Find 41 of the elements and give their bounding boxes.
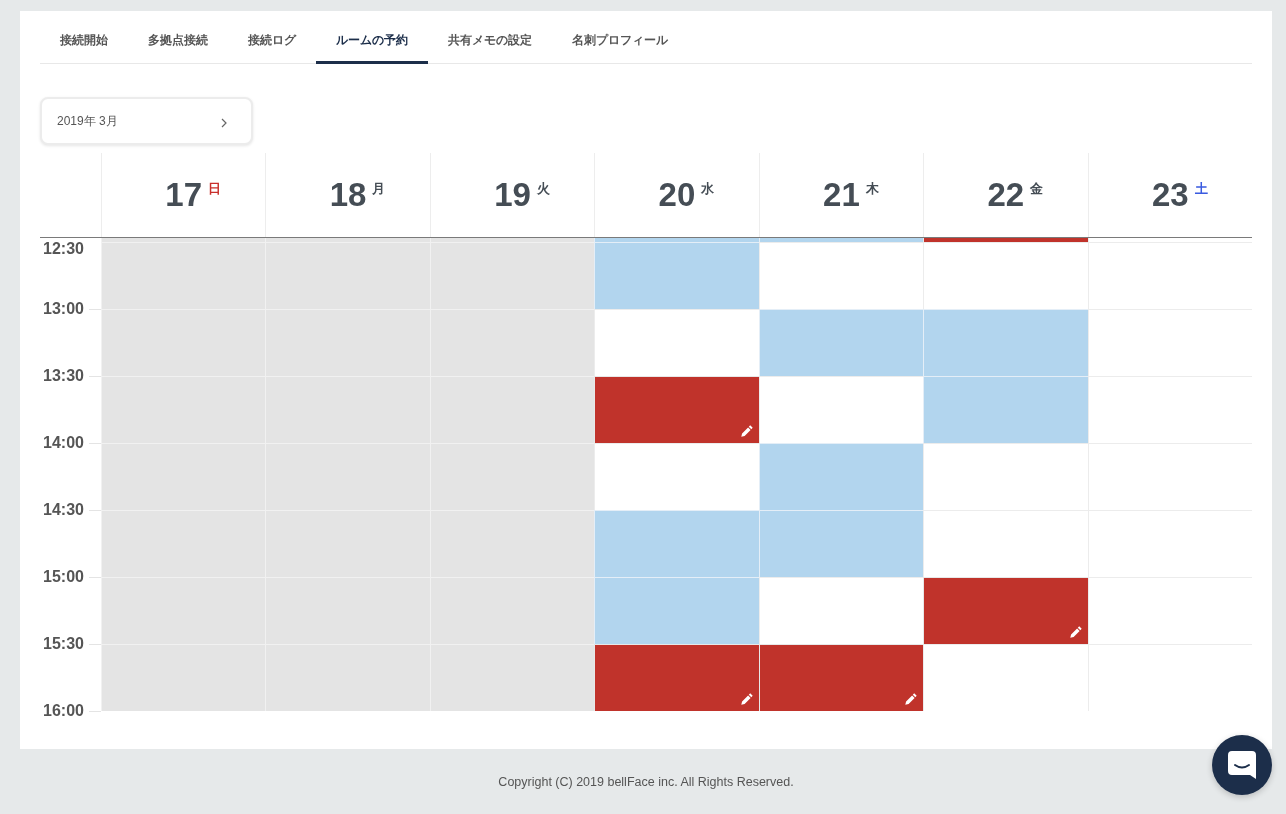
day-number: 19 [494,176,531,214]
day-number: 18 [329,176,367,214]
time-label: 16:00 [42,702,84,720]
weekday-label: 日 [208,181,222,196]
time-label: 13:00 [42,300,84,318]
tab[interactable]: 多拠点接続 [128,20,228,64]
tab[interactable]: ルームの予約 [316,20,428,64]
time-label: 14:00 [42,434,84,452]
weekday-label: 水 [701,181,715,196]
pencil-icon[interactable] [905,693,918,705]
pencil-icon[interactable] [740,425,753,437]
time-slot[interactable] [594,376,759,443]
time-label: 15:00 [42,568,84,586]
day-number: 23 [1151,176,1189,214]
tab[interactable]: 名刺プロフィール [552,20,688,64]
weekday-label: 木 [865,181,879,196]
time-label: 12:30 [42,240,84,258]
weekday-label: 火 [536,181,550,196]
day-number: 17 [165,176,203,214]
tab[interactable]: 接続開始 [40,20,128,64]
copyright-text: Copyright (C) 2019 bellFace inc. All Rights Reserved. [498,775,794,790]
tab[interactable]: 共有メモの設定 [428,20,552,64]
day-number: 21 [823,176,860,214]
time-label: 15:30 [42,635,84,653]
weekday-label: 土 [1194,181,1208,196]
time-slot[interactable] [758,644,924,711]
weekday-label: 金 [1030,181,1044,196]
time-label: 14:30 [42,501,84,519]
chat-bubble-icon [1227,750,1257,780]
day-number: 22 [987,176,1025,214]
chat-button[interactable] [1212,735,1272,795]
time-label: 13:30 [42,367,84,385]
pencil-icon[interactable] [1069,626,1082,638]
day-number: 20 [658,176,696,214]
weekday-label: 月 [372,181,386,196]
time-slot[interactable] [923,577,1088,644]
tab[interactable]: 接続ログ [228,20,316,64]
month-selector[interactable]: 2019年 3月 [40,97,253,145]
chevron-right-icon [221,117,227,128]
pencil-icon[interactable] [740,693,753,705]
time-slot[interactable] [594,644,759,711]
